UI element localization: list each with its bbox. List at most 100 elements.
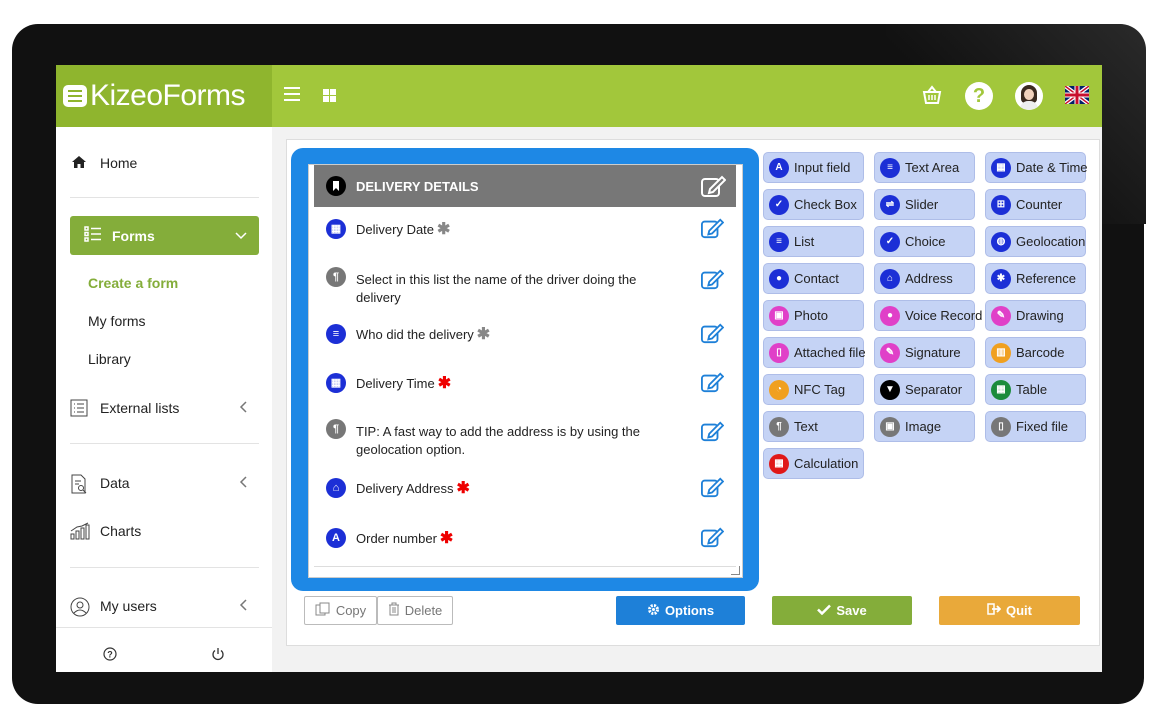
palette-item-label: Text Area [905, 160, 960, 175]
edit-icon[interactable] [700, 476, 724, 498]
sidebar-item-charts[interactable]: Charts [70, 521, 259, 541]
field-row[interactable]: ≡ Who did the delivery ✱ [314, 312, 736, 362]
edit-icon[interactable] [700, 217, 724, 239]
logo[interactable]: KizeoForms [56, 65, 272, 127]
quit-button[interactable]: Quit [939, 596, 1080, 625]
resize-handle[interactable] [731, 566, 740, 575]
palette-item-text-area[interactable]: ≡ Text Area [874, 152, 975, 183]
table-icon: ▦ [991, 379, 1011, 400]
palette-item-slider[interactable]: ⇌ Slider [874, 189, 975, 220]
sidebar-item-data[interactable]: Data [70, 473, 259, 494]
edit-icon[interactable] [700, 420, 724, 442]
home-icon: ⌂ [880, 268, 900, 289]
palette-item-contact[interactable]: ● Contact [763, 263, 864, 294]
palette-item-table[interactable]: ▦ Table [985, 374, 1086, 405]
palette-item-drawing[interactable]: ✎ Drawing [985, 300, 1086, 331]
palette-item-image[interactable]: ▣ Image [874, 411, 975, 442]
form-editor[interactable]: DELIVERY DETAILS ▦ Delivery Date ✱ ¶ Select … [308, 164, 743, 578]
microphone-icon: ● [880, 305, 900, 326]
palette-item-geolocation[interactable]: ◍ Geolocation [985, 226, 1086, 257]
sidebar-divider [70, 567, 259, 568]
field-row[interactable]: A Order number ✱ [314, 516, 736, 567]
sidebar-subitem-create-form[interactable]: Create a form [88, 275, 178, 291]
field-row[interactable]: ¶ TIP: A fast way to add the address is b… [314, 410, 736, 467]
power-icon[interactable] [211, 647, 225, 666]
barcode-icon: ▥ [991, 342, 1011, 363]
edit-icon[interactable] [700, 268, 724, 290]
trash-icon [388, 602, 400, 619]
palette-item-label: List [794, 234, 815, 249]
palette-item-label: Geolocation [1016, 234, 1086, 249]
section-header[interactable]: DELIVERY DETAILS [314, 165, 736, 207]
field-row[interactable]: ▦ Delivery Date ✱ [314, 207, 736, 259]
sidebar-item-external-lists[interactable]: External lists [70, 398, 259, 418]
palette-item-calculation[interactable]: ▦ Calculation [763, 448, 864, 479]
palette-item-counter[interactable]: ⊞ Counter [985, 189, 1086, 220]
sidebar-divider [70, 443, 259, 444]
list-icon [84, 226, 102, 245]
options-button[interactable]: Options [616, 596, 745, 625]
sidebar-item-my-users[interactable]: My users [70, 596, 259, 617]
palette-item-reference[interactable]: ✱ Reference [985, 263, 1086, 294]
uk-flag-icon[interactable] [1065, 86, 1089, 104]
basket-icon[interactable] [921, 84, 943, 106]
calendar-icon: ▦ [326, 219, 346, 239]
paragraph-icon: ¶ [326, 419, 346, 439]
palette-item-address[interactable]: ⌂ Address [874, 263, 975, 294]
plus-square-icon: ⊞ [991, 194, 1011, 215]
hamburger-menu-icon[interactable] [284, 87, 300, 101]
save-label: Save [836, 603, 867, 618]
field-label-text: TIP: A fast way to add the address is by… [356, 424, 640, 457]
required-marker: ✱ [437, 375, 452, 392]
palette-item-label: Table [1016, 382, 1048, 397]
help-icon[interactable]: ? [965, 82, 993, 110]
palette-item-label: Fixed file [1016, 419, 1069, 434]
palette-item-label: Choice [905, 234, 946, 249]
edit-icon[interactable] [700, 526, 724, 548]
sidebar-divider [70, 197, 259, 198]
palette-item-signature[interactable]: ✎ Signature [874, 337, 975, 368]
delete-label: Delete [404, 603, 443, 618]
palette-item-input-field[interactable]: A Input field [763, 152, 864, 183]
edit-icon[interactable] [700, 371, 724, 393]
sidebar-item-forms[interactable]: Forms [70, 216, 259, 255]
palette-item-list[interactable]: ≡ List [763, 226, 864, 257]
document-search-icon [70, 474, 88, 494]
align-left-icon: ≡ [880, 157, 900, 178]
palette-item-barcode[interactable]: ▥ Barcode [985, 337, 1086, 368]
home-icon [70, 154, 88, 172]
help-circle-icon[interactable]: ? [103, 647, 117, 666]
required-marker: ✱ [439, 530, 454, 547]
user-avatar[interactable] [1015, 82, 1043, 110]
apps-grid-icon[interactable] [323, 89, 336, 102]
calendar-icon: ▦ [326, 373, 346, 393]
field-row[interactable]: ⌂ Delivery Address ✱ [314, 466, 736, 517]
palette-item-text[interactable]: ¶ Text [763, 411, 864, 442]
sidebar-subitem-my-forms[interactable]: My forms [88, 313, 146, 329]
field-row[interactable]: ¶ Select in this list the name of the dri… [314, 258, 736, 313]
palette-item-choice[interactable]: ✓ Choice [874, 226, 975, 257]
edit-icon[interactable] [700, 174, 726, 198]
sidebar-subitem-library[interactable]: Library [88, 351, 131, 367]
palette-item-label: Attached file [794, 345, 866, 360]
palette-item-fixed-file[interactable]: ▯ Fixed file [985, 411, 1086, 442]
check-circle-icon: ✓ [880, 231, 900, 252]
save-button[interactable]: Save [772, 596, 912, 625]
bar-chart-icon [70, 522, 90, 540]
sidebar-item-home[interactable]: Home [70, 153, 259, 173]
palette-item-photo[interactable]: ▣ Photo [763, 300, 864, 331]
field-row[interactable]: ▦ Delivery Time ✱ [314, 361, 736, 411]
checkbox-icon: ✓ [769, 194, 789, 215]
delete-button[interactable]: Delete [377, 596, 453, 625]
copy-button[interactable]: Copy [304, 596, 377, 625]
palette-item-label: Calculation [794, 456, 859, 471]
palette-item-date-time[interactable]: ▦ Date & Time [985, 152, 1088, 183]
palette-item-nfc-tag[interactable]: ◔ NFC Tag [763, 374, 864, 405]
palette-item-attached-file[interactable]: ▯ Attached file [763, 337, 866, 368]
calculator-icon: ▦ [769, 453, 789, 474]
edit-icon[interactable] [700, 322, 724, 344]
palette-item-check-box[interactable]: ✓ Check Box [763, 189, 864, 220]
palette-item-separator[interactable]: ▼ Separator [874, 374, 975, 405]
calendar-icon: ▦ [991, 157, 1011, 178]
palette-item-voice-record[interactable]: ● Voice Record [874, 300, 982, 331]
